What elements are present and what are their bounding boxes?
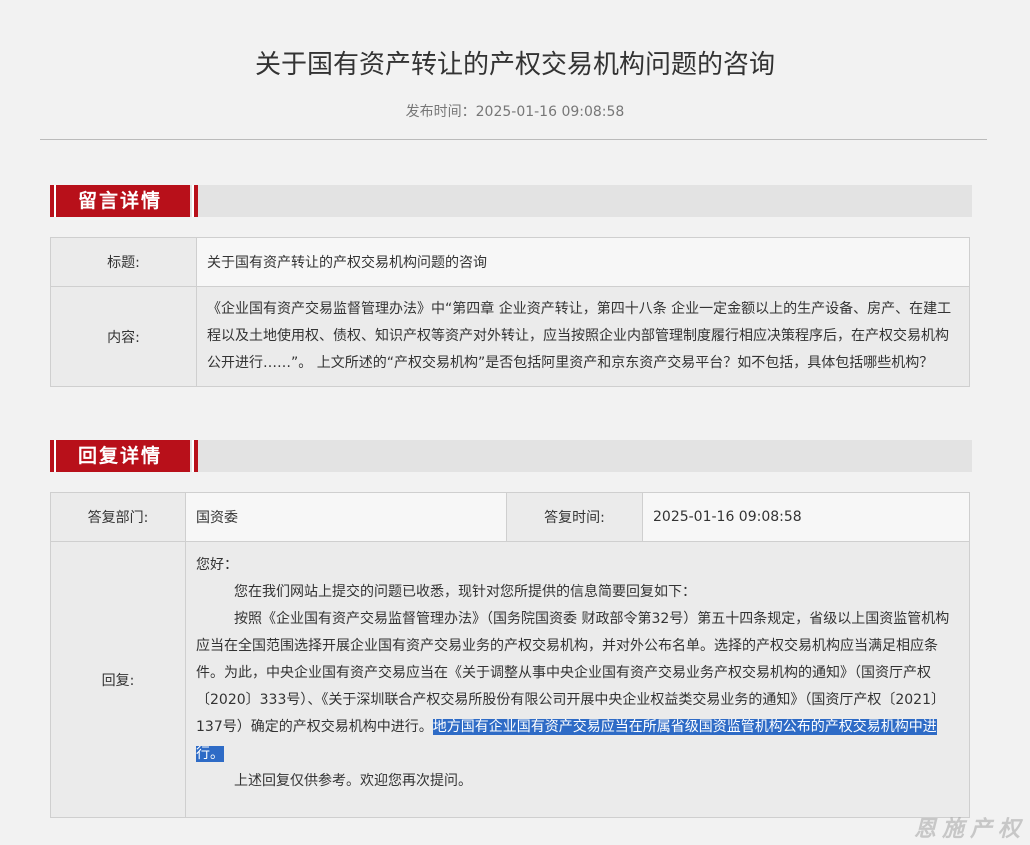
content-value: 《企业国有资产交易监督管理办法》中“第四章 企业资产转让，第四十八条 企业一定金… (207, 301, 952, 371)
message-section-header: 留言详情 (50, 185, 972, 217)
message-section-label: 留言详情 (50, 185, 198, 217)
message-content-row: 内容: 《企业国有资产交易监督管理办法》中“第四章 企业资产转让，第四十八条 企… (50, 286, 970, 387)
watermark: 恩施产权 (913, 817, 1026, 842)
reply-para-3: 上述回复仅供参考。欢迎您再次提问。 (234, 773, 472, 789)
reply-section-header: 回复详情 (50, 440, 972, 472)
reply-time-value: 2025-01-16 09:08:58 (642, 492, 970, 542)
publish-time: 发布时间：2025-01-16 09:08:58 (405, 104, 625, 120)
message-title-row: 标题: 关于国有资产转让的产权交易机构问题的咨询 (50, 237, 970, 287)
reply-para-2-main: 按照《企业国有资产交易监督管理办法》（国务院国资委 财政部令第32号）第五十四条… (196, 611, 950, 735)
reply-greeting: 您好： (196, 557, 238, 573)
title-value: 关于国有资产转让的产权交易机构问题的咨询 (196, 237, 970, 287)
divider (40, 139, 987, 140)
reply-table: 答复部门: 国资委 答复时间: 2025-01-16 09:08:58 回复: … (50, 492, 970, 818)
page-title: 关于国有资产转让的产权交易机构问题的咨询 (254, 50, 775, 80)
message-table: 标题: 关于国有资产转让的产权交易机构问题的咨询 内容: 《企业国有资产交易监督… (50, 237, 970, 387)
content-label: 内容: (50, 286, 197, 387)
dept-label: 答复部门: (50, 492, 186, 542)
reply-content-row: 回复: 您好： 您在我们网站上提交的问题已收悉，现针对您所提供的信息简要回复如下… (50, 541, 970, 818)
reply-time-label: 答复时间: (506, 492, 643, 542)
reply-body: 您好： 您在我们网站上提交的问题已收悉，现针对您所提供的信息简要回复如下： 按照… (196, 542, 959, 817)
dept-value: 国资委 (185, 492, 507, 542)
reply-para-2: 按照《企业国有资产交易监督管理办法》（国务院国资委 财政部令第32号）第五十四条… (196, 606, 959, 768)
reply-section-label: 回复详情 (50, 440, 198, 472)
reply-para-1: 您在我们网站上提交的问题已收悉，现针对您所提供的信息简要回复如下： (234, 584, 696, 600)
reply-meta-row: 答复部门: 国资委 答复时间: 2025-01-16 09:08:58 (50, 492, 970, 542)
reply-label: 回复: (50, 541, 186, 818)
title-label: 标题: (50, 237, 197, 287)
